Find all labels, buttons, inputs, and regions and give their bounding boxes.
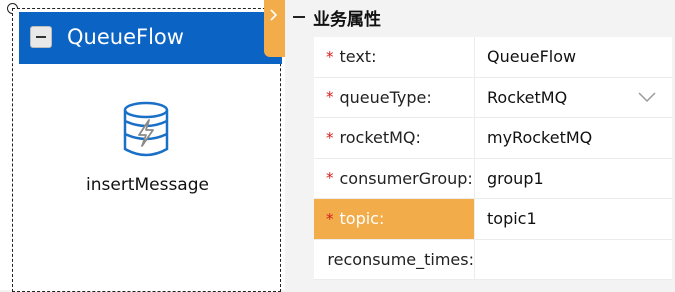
required-mark: * [326,169,334,188]
property-name[interactable]: * topic: [314,199,474,239]
property-name[interactable]: * text: [314,37,474,77]
property-row[interactable]: * consumerGroup: group1 [314,158,672,199]
section-header[interactable]: 业务属性 [287,0,675,36]
collapse-button[interactable] [30,26,52,48]
chevron-right-icon [270,9,278,21]
property-input[interactable]: topic1 [474,199,672,239]
database-lightning-icon[interactable] [121,101,171,159]
property-row[interactable]: * text: QueueFlow [314,37,672,78]
property-label: reconsume_times: [327,249,474,269]
property-label: rocketMQ: [339,128,421,148]
flow-node[interactable]: QueueFlow insertMessage [12,8,282,292]
property-row[interactable]: * queueType: RocketMQ [314,77,672,118]
node-header[interactable]: QueueFlow [19,12,282,64]
property-label: queueType: [339,87,432,107]
required-mark: * [326,209,334,228]
expand-panel-tab[interactable] [264,0,285,57]
property-input[interactable]: group1 [474,158,672,198]
node-label: insertMessage [86,175,209,195]
property-select[interactable]: RocketMQ [474,77,672,117]
flow-canvas[interactable]: QueueFlow insertMessage [0,0,285,292]
required-mark: * [326,88,334,107]
property-table: * text: QueueFlow * queueType: RocketMQ * rocke… [314,37,672,280]
property-label: text: [339,47,377,67]
required-mark: * [326,128,334,147]
property-name[interactable]: * consumerGroup: [314,159,474,199]
property-value: topic1 [487,209,537,229]
node-title: QueueFlow [67,25,184,49]
property-name[interactable]: reconsume_times: [314,240,474,280]
property-input[interactable]: myRocketMQ [474,118,672,158]
section-collapse-icon[interactable] [293,16,305,18]
property-label: topic: [339,209,385,229]
property-row[interactable]: * rocketMQ: myRocketMQ [314,118,672,159]
property-input[interactable] [474,239,672,279]
property-name[interactable]: * queueType: [314,78,474,118]
property-row[interactable]: * topic: topic1 [314,199,672,240]
property-value: group1 [487,168,544,188]
property-value: myRocketMQ [487,128,593,148]
property-input[interactable]: QueueFlow [474,37,672,77]
property-label: consumerGroup: [339,168,473,188]
property-value: QueueFlow [487,47,577,67]
property-row[interactable]: reconsume_times: [314,239,672,280]
section-title: 业务属性 [313,10,381,30]
property-name[interactable]: * rocketMQ: [314,118,474,158]
property-panel: 业务属性 * text: QueueFlow * queueType: RocketMQ *… [287,0,675,290]
chevron-down-icon[interactable] [638,91,656,103]
required-mark: * [326,47,334,66]
property-value: RocketMQ [487,87,568,107]
